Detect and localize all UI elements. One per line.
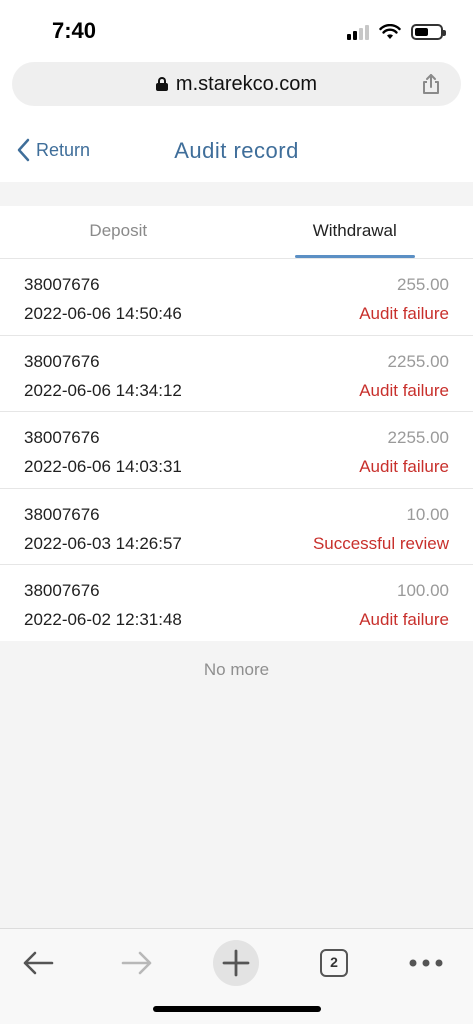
more-dots-icon <box>409 959 443 967</box>
record-type-tabs: Deposit Withdrawal <box>0 206 473 258</box>
tab-switcher-button[interactable]: 2 <box>310 939 358 987</box>
order-number: 38007676 <box>24 275 100 294</box>
address-bar-content: m.starekco.com <box>12 62 461 106</box>
status-text: Audit failure <box>359 380 449 400</box>
page-header: Return Audit record <box>0 118 473 182</box>
status-text: Successful review <box>312 533 449 553</box>
browser-forward-button[interactable] <box>113 939 161 987</box>
battery-icon <box>411 24 446 40</box>
order-number: 38007676 <box>24 504 100 524</box>
list-end-text: No more <box>203 660 270 679</box>
amount: 100.00 <box>397 581 449 601</box>
cellular-signal-icon <box>347 24 369 40</box>
browser-address-area: m.starekco.com <box>0 58 473 118</box>
record-datetime: 2022-06-02 12:31:48 <box>24 610 182 630</box>
amount: 10.00 <box>406 504 449 524</box>
record-datetime: 2022-06-03 14:26:57 <box>24 533 182 553</box>
share-icon[interactable] <box>419 72 443 96</box>
tab-withdrawal[interactable]: Withdrawal <box>237 206 473 258</box>
amount: 2255.00 <box>387 351 449 371</box>
more-menu-button[interactable] <box>402 939 450 987</box>
arrow-left-icon <box>23 951 54 975</box>
wifi-icon <box>379 24 401 39</box>
status-bar: 7:40 <box>0 0 473 58</box>
arrow-right-icon <box>121 951 152 975</box>
amount: 255.00 <box>397 275 449 294</box>
amount: 2255.00 <box>387 428 449 448</box>
url-text: m.starekco.com <box>175 72 318 95</box>
browser-back-button[interactable] <box>14 939 62 987</box>
new-tab-button[interactable] <box>212 939 260 987</box>
list-item: 38007676 255.00 2022-06-06 14:50:46 Audi… <box>0 258 473 335</box>
order-number: 38007676 <box>24 351 100 371</box>
status-text: Audit failure <box>359 457 449 477</box>
section-divider <box>0 182 473 206</box>
status-icons <box>347 22 446 42</box>
home-indicator <box>153 1006 321 1012</box>
record-datetime: 2022-06-06 14:50:46 <box>24 304 182 323</box>
list-item: 38007676 2255.00 2022-06-06 14:34:12 Aud… <box>0 334 473 412</box>
record-datetime: 2022-06-06 14:34:12 <box>24 380 182 400</box>
status-text: Audit failure <box>359 304 449 323</box>
page-title: Audit record <box>174 138 299 163</box>
address-bar[interactable]: m.starekco.com <box>12 62 461 106</box>
list-item: 38007676 100.00 2022-06-02 12:31:48 Audi… <box>0 564 473 641</box>
plus-icon <box>222 949 250 977</box>
status-text: Audit failure <box>359 610 449 630</box>
lock-icon <box>155 77 168 91</box>
order-number: 38007676 <box>24 428 100 448</box>
record-datetime: 2022-06-06 14:03:31 <box>24 457 182 477</box>
list-item: 38007676 10.00 2022-06-03 14:26:57 Succe… <box>0 487 473 565</box>
new-tab-circle <box>213 940 259 986</box>
tab-count: 2 <box>320 949 348 977</box>
audit-record-list: 38007676 255.00 2022-06-06 14:50:46 Audi… <box>0 258 473 641</box>
status-time: 7:40 <box>52 18 97 43</box>
order-number: 38007676 <box>24 581 100 601</box>
list-item: 38007676 2255.00 2022-06-06 14:03:31 Aud… <box>0 411 473 488</box>
tab-deposit[interactable]: Deposit <box>0 206 237 258</box>
